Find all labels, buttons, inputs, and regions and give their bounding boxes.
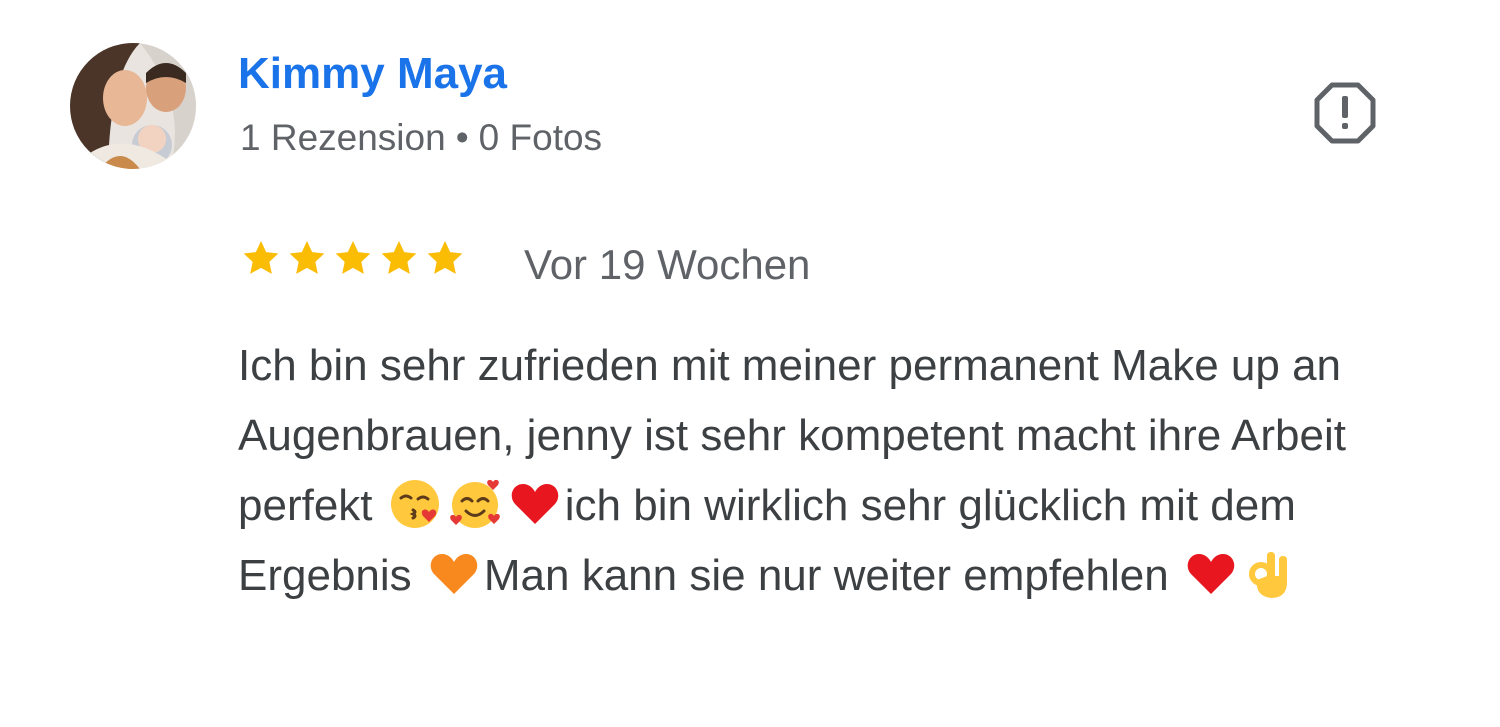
review-time: Vor 19 Wochen — [524, 241, 811, 288]
reviewer-name[interactable]: Kimmy Maya — [238, 48, 507, 101]
orange-heart-emoji — [426, 546, 482, 602]
red-heart-emoji — [507, 476, 563, 532]
report-review-button[interactable] — [1312, 80, 1378, 146]
report-octagon-icon — [1314, 82, 1376, 144]
review-text-part: Man kann sie nur weiter empfehlen — [483, 551, 1181, 600]
review-text: Ich bin sehr zufrieden mit meiner perman… — [238, 331, 1438, 611]
star-icon — [241, 238, 281, 278]
ok-hand-emoji — [1243, 546, 1299, 602]
review-count: 1 Rezension — [240, 117, 446, 158]
red-heart-emoji — [1183, 546, 1239, 602]
reviewer-stats: 1 Rezension • 0 Fotos — [240, 116, 602, 160]
face-blowing-kiss-emoji — [387, 476, 443, 532]
smiling-face-with-hearts-emoji — [447, 476, 503, 532]
star-icon — [287, 238, 327, 278]
star-icon — [379, 238, 419, 278]
reviewer-avatar[interactable] — [70, 43, 196, 169]
star-icon — [425, 238, 465, 278]
star-rating — [241, 238, 465, 278]
meta-separator: • — [455, 117, 469, 158]
photo-count: 0 Fotos — [478, 117, 603, 158]
star-icon — [333, 238, 373, 278]
